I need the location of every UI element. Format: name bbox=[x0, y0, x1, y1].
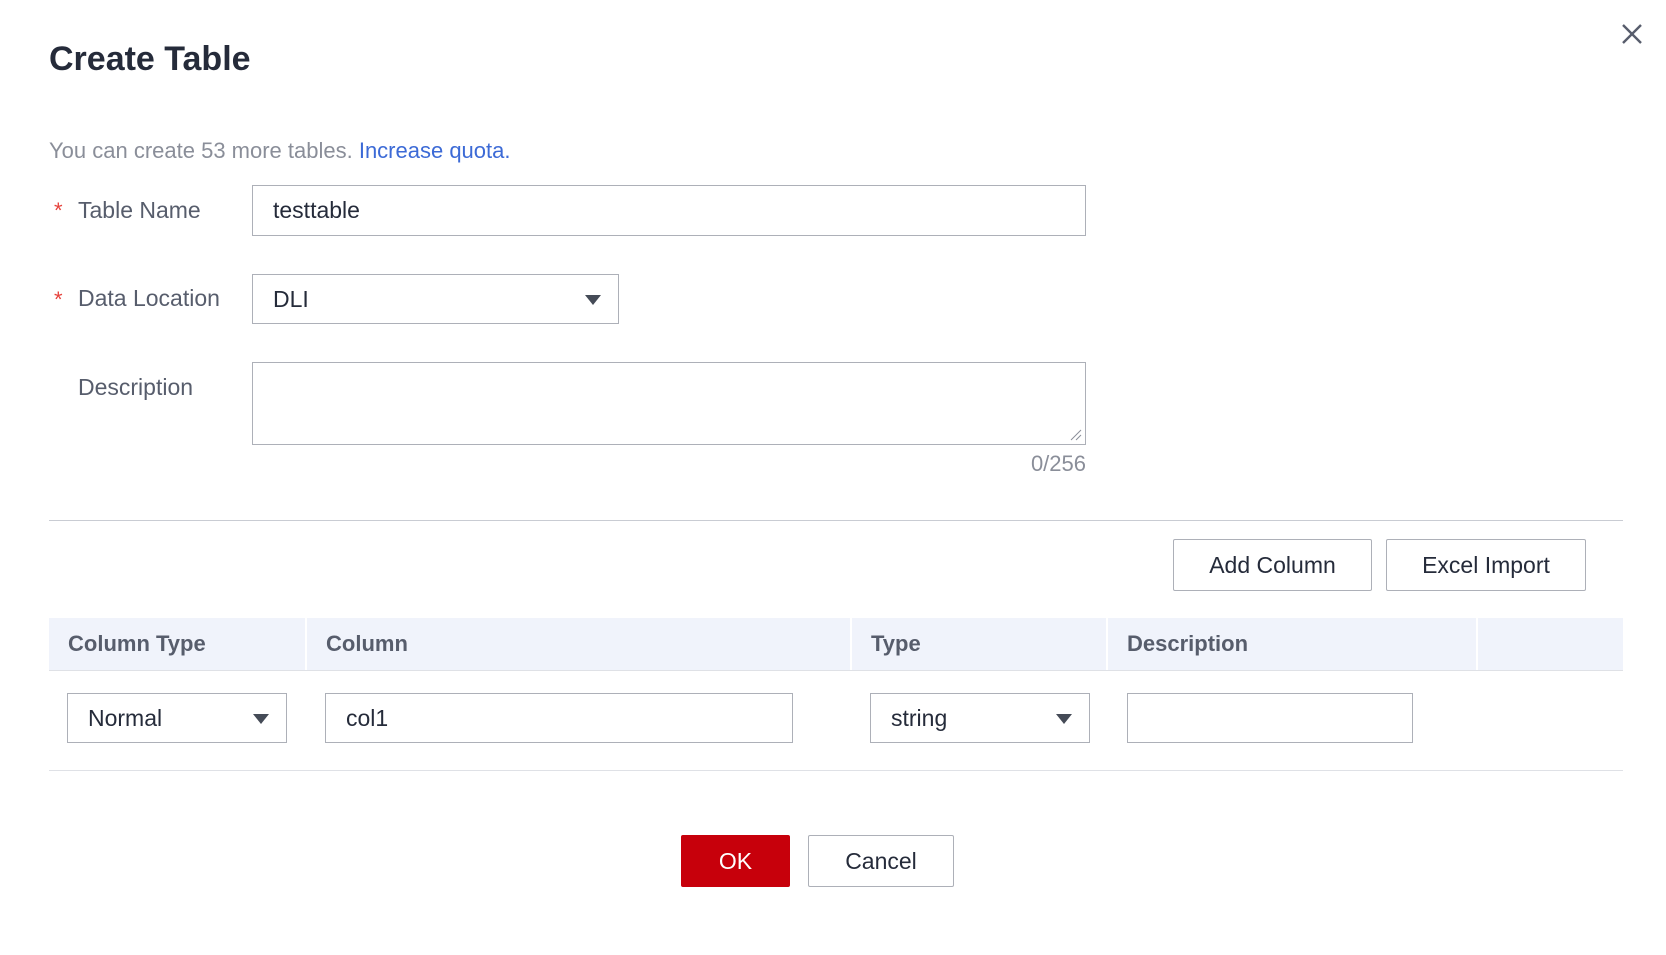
column-name-value: col1 bbox=[346, 704, 389, 731]
columns-table-header: Column Type Column Type Description bbox=[49, 618, 1623, 670]
data-type-select[interactable]: string bbox=[870, 693, 1090, 743]
column-type-value: Normal bbox=[88, 704, 163, 731]
chevron-down-icon bbox=[1056, 714, 1072, 724]
required-star: * bbox=[54, 198, 63, 223]
table-row: Normal col1 string bbox=[49, 670, 1623, 771]
column-description-input[interactable] bbox=[1127, 693, 1413, 743]
table-name-value: testtable bbox=[273, 197, 360, 223]
create-table-dialog: Create Table You can create 53 more tabl… bbox=[0, 0, 1666, 955]
resize-handle-icon[interactable] bbox=[1068, 427, 1082, 441]
add-column-button[interactable]: Add Column bbox=[1173, 539, 1372, 591]
data-location-value: DLI bbox=[273, 285, 309, 312]
quota-notice: You can create 53 more tables. Increase … bbox=[49, 138, 511, 164]
table-name-input[interactable]: testtable bbox=[252, 185, 1086, 236]
header-type: Type bbox=[871, 631, 921, 656]
quota-text: You can create 53 more tables. bbox=[49, 138, 359, 163]
header-separator bbox=[1476, 618, 1478, 670]
excel-import-button[interactable]: Excel Import bbox=[1386, 539, 1586, 591]
quota-suffix: . bbox=[504, 138, 511, 163]
dialog-title: Create Table bbox=[49, 40, 251, 78]
data-type-value: string bbox=[891, 704, 948, 731]
data-location-label: Data Location bbox=[78, 285, 220, 311]
chevron-down-icon bbox=[585, 295, 601, 305]
data-location-select[interactable]: DLI bbox=[252, 274, 619, 324]
description-label: Description bbox=[78, 374, 194, 400]
cancel-button[interactable]: Cancel bbox=[808, 835, 954, 887]
required-star: * bbox=[54, 287, 63, 312]
chevron-down-icon bbox=[253, 714, 269, 724]
header-description: Description bbox=[1127, 631, 1249, 656]
section-divider bbox=[49, 520, 1623, 521]
table-name-label: Table Name bbox=[78, 197, 201, 223]
header-column-type: Column Type bbox=[68, 631, 206, 656]
column-type-select[interactable]: Normal bbox=[67, 693, 287, 743]
increase-quota-link[interactable]: Increase quota bbox=[359, 138, 505, 163]
header-column: Column bbox=[326, 631, 408, 656]
close-icon[interactable] bbox=[1614, 16, 1650, 52]
column-name-input[interactable]: col1 bbox=[325, 693, 793, 743]
description-counter: 0/256 bbox=[1030, 451, 1086, 476]
description-textarea[interactable] bbox=[252, 362, 1086, 445]
ok-button[interactable]: OK bbox=[681, 835, 790, 887]
